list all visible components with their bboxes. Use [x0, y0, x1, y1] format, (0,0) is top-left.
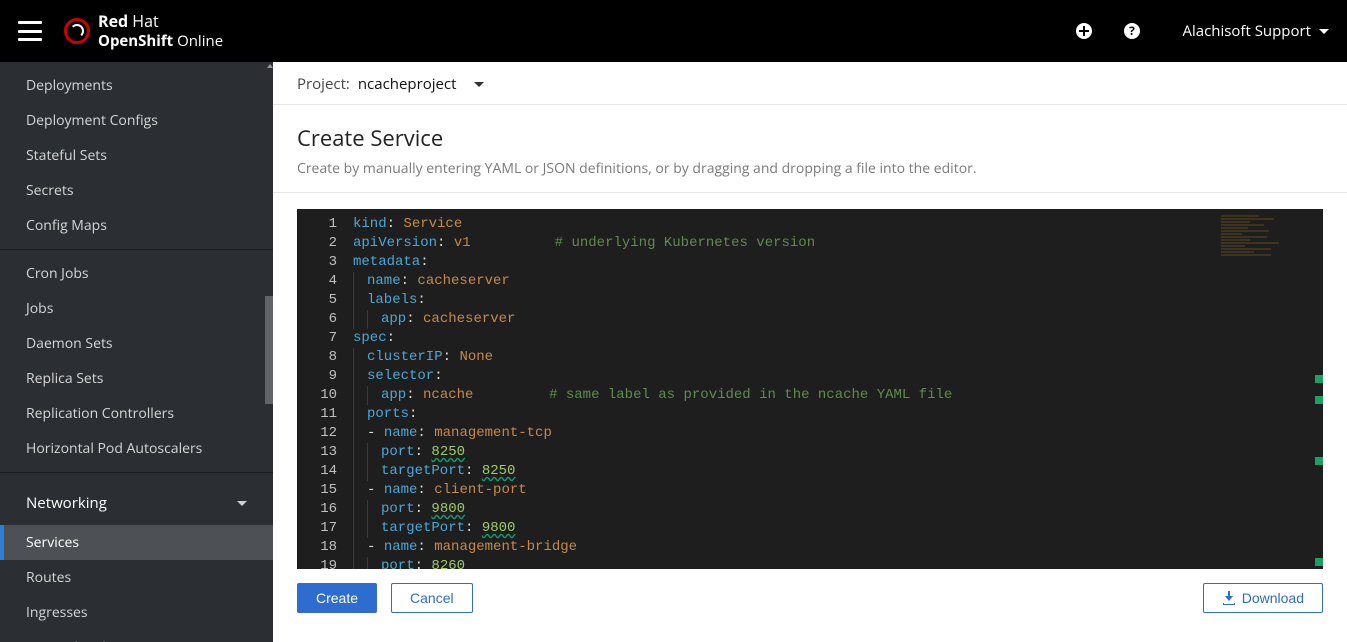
- add-icon[interactable]: [1074, 21, 1094, 41]
- sidebar-item-services[interactable]: Services: [0, 525, 273, 560]
- sidebar-separator: [0, 472, 273, 473]
- sidebar-item-daemon-sets[interactable]: Daemon Sets: [0, 326, 273, 361]
- editor-code-area[interactable]: kind: ServiceapiVersion: v1 # underlying…: [345, 209, 1323, 569]
- brand-line2-b: Online: [173, 31, 223, 51]
- sidebar-item-routes[interactable]: Routes: [0, 560, 273, 595]
- user-name: Alachisoft Support: [1182, 21, 1311, 41]
- sidebar-item-hpa[interactable]: Horizontal Pod Autoscalers: [0, 431, 273, 466]
- brand-line2-a: OpenShift: [98, 31, 173, 51]
- user-menu[interactable]: Alachisoft Support: [1182, 21, 1329, 41]
- redhat-logo-icon: [64, 18, 90, 44]
- sidebar-scrollbar[interactable]: [265, 296, 273, 404]
- cancel-button[interactable]: Cancel: [391, 583, 473, 613]
- brand-line1-a: Red: [98, 10, 128, 32]
- divider: [273, 192, 1347, 193]
- download-label: Download: [1242, 590, 1304, 606]
- project-label: Project:: [297, 74, 350, 94]
- footer-actions: Create Cancel Download: [273, 569, 1347, 627]
- editor-gutter: 12345678910111213141516171819: [297, 209, 345, 569]
- sidebar-item-replica-sets[interactable]: Replica Sets: [0, 361, 273, 396]
- sidebar-item-ingresses[interactable]: Ingresses: [0, 595, 273, 630]
- project-name: ncacheproject: [358, 74, 457, 94]
- sidebar-item-replication-controllers[interactable]: Replication Controllers: [0, 396, 273, 431]
- page-title: Create Service: [297, 123, 1323, 153]
- main-content: Project: ncacheproject Create Service Cr…: [273, 62, 1347, 642]
- create-button[interactable]: Create: [297, 583, 377, 613]
- download-button[interactable]: Download: [1203, 583, 1323, 613]
- sidebar[interactable]: Deployments Deployment Configs Stateful …: [0, 62, 273, 642]
- project-selector[interactable]: Project: ncacheproject: [273, 62, 1347, 104]
- sidebar-item-secrets[interactable]: Secrets: [0, 173, 273, 208]
- page-header: Create Service Create by manually enteri…: [273, 105, 1347, 192]
- chevron-down-icon: [237, 501, 247, 506]
- sidebar-item-cron-jobs[interactable]: Cron Jobs: [0, 256, 273, 291]
- sidebar-item-network-policies[interactable]: Network Policies: [0, 630, 273, 642]
- yaml-editor[interactable]: 12345678910111213141516171819 kind: Serv…: [297, 209, 1323, 569]
- top-icons: ?: [1074, 21, 1142, 41]
- sidebar-item-config-maps[interactable]: Config Maps: [0, 208, 273, 243]
- sidebar-item-stateful-sets[interactable]: Stateful Sets: [0, 138, 273, 173]
- project-caret-icon[interactable]: [474, 82, 484, 87]
- topbar: Red Hat OpenShift Online ? Alachisoft Su…: [0, 0, 1347, 62]
- download-icon: [1222, 591, 1236, 605]
- editor-overview-ruler[interactable]: [1311, 209, 1323, 569]
- brand-text: Red Hat OpenShift Online: [98, 12, 223, 49]
- scroll-up-icon[interactable]: [267, 62, 273, 68]
- sidebar-header-networking[interactable]: Networking: [0, 481, 273, 525]
- hamburger-menu-icon[interactable]: [18, 21, 42, 41]
- sidebar-separator: [0, 249, 273, 250]
- sidebar-item-deployments[interactable]: Deployments: [0, 68, 273, 103]
- caret-down-icon: [1319, 29, 1329, 34]
- svg-text:?: ?: [1130, 22, 1136, 39]
- brand-line1-b: Hat: [132, 10, 158, 32]
- sidebar-header-networking-label: Networking: [26, 493, 107, 513]
- help-icon[interactable]: ?: [1122, 21, 1142, 41]
- sidebar-item-deployment-configs[interactable]: Deployment Configs: [0, 103, 273, 138]
- sidebar-item-jobs[interactable]: Jobs: [0, 291, 273, 326]
- page-subtitle: Create by manually entering YAML or JSON…: [297, 159, 1323, 178]
- brand-logo[interactable]: Red Hat OpenShift Online: [64, 12, 223, 49]
